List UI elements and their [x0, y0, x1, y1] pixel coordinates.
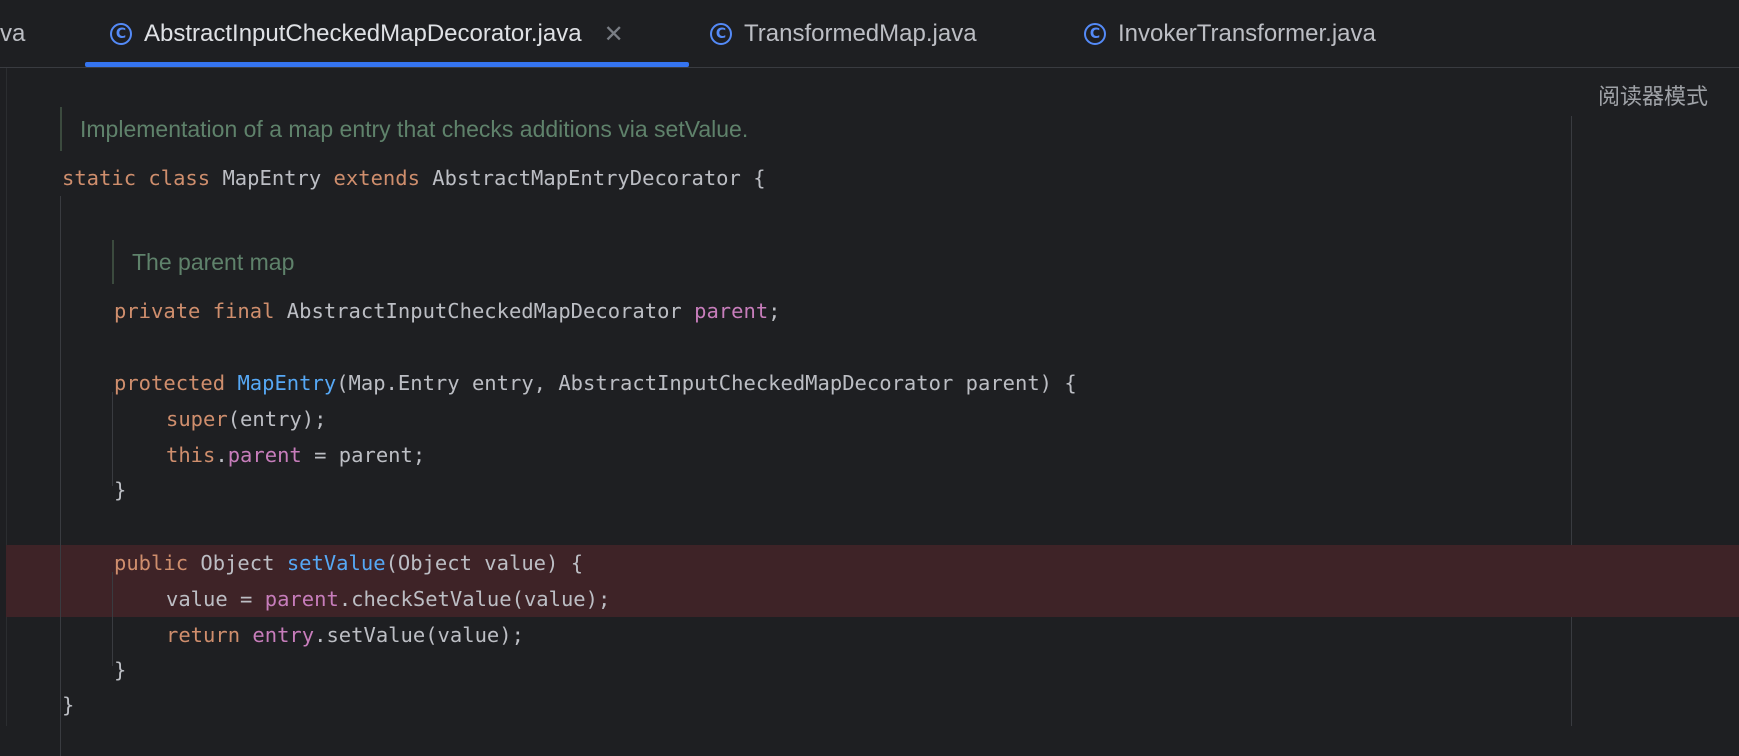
editor-tab-bar: va C AbstractInputCheckedMapDecorator.ja…	[0, 0, 1739, 68]
active-tab-indicator	[85, 62, 689, 67]
code-token: .setValue(value);	[314, 623, 524, 647]
right-margin-guide	[1571, 116, 1572, 726]
code-token: static	[62, 166, 137, 190]
code-token: (entry);	[227, 407, 327, 431]
code-token: entry	[252, 623, 315, 647]
code-line: super(entry);	[166, 401, 326, 437]
code-token: }	[114, 658, 127, 682]
code-token: parent	[227, 443, 302, 467]
indent-guide	[112, 392, 113, 486]
class-icon: C	[710, 22, 732, 45]
code-line: this.parent = parent;	[166, 437, 425, 473]
tab-label: InvokerTransformer.java	[1118, 19, 1376, 47]
tab-abstract-input-checked-map-decorator[interactable]: C AbstractInputCheckedMapDecorator.java …	[110, 0, 624, 67]
code-token: }	[62, 693, 75, 717]
close-icon[interactable]: ✕	[604, 20, 624, 48]
code-token: final	[212, 299, 275, 323]
code-token: .	[215, 443, 228, 467]
code-line-setvalue-declaration: public Object setValue(Object value) {	[114, 545, 583, 581]
code-line-class-declaration: static class MapEntry extends AbstractMa…	[62, 160, 766, 196]
code-token: private	[114, 299, 201, 323]
code-token: this	[166, 443, 216, 467]
code-token: public	[114, 551, 189, 575]
gutter-border	[6, 68, 7, 726]
code-line: }	[62, 687, 74, 723]
code-token: .checkSetValue(value);	[338, 587, 611, 611]
code-token: }	[114, 478, 127, 502]
code-editor[interactable]: 阅读器模式 Implementation of a map entry that…	[0, 68, 1739, 756]
class-icon: C	[1084, 22, 1106, 45]
code-token: protected	[114, 371, 226, 395]
code-line-constructor: protected MapEntry(Map.Entry entry, Abst…	[114, 365, 1077, 401]
code-token: super	[166, 407, 228, 431]
code-token: Object	[188, 551, 287, 575]
indent-guide	[112, 572, 113, 666]
code-token: value =	[166, 587, 265, 611]
code-line: }	[114, 652, 126, 688]
code-line: }	[114, 472, 126, 508]
code-line-field: private final AbstractInputCheckedMapDec…	[114, 293, 781, 329]
tab-label: va	[0, 19, 26, 47]
reader-mode-toggle[interactable]: 阅读器模式	[1598, 79, 1708, 111]
code-line: value = parent.checkSetValue(value);	[166, 581, 610, 617]
doc-comment: Implementation of a map entry that check…	[60, 107, 748, 151]
code-token: ;	[768, 299, 781, 323]
tab-invoker-transformer[interactable]: C InvokerTransformer.java	[1084, 0, 1376, 67]
code-token: setValue	[286, 551, 386, 575]
tab-transformed-map[interactable]: C TransformedMap.java	[710, 0, 977, 67]
tab-label: AbstractInputCheckedMapDecorator.java	[144, 19, 582, 47]
code-token: AbstractInputCheckedMapDecorator	[274, 299, 695, 323]
code-line: return entry.setValue(value);	[166, 617, 524, 653]
code-token: (Map.Entry entry, AbstractInputCheckedMa…	[336, 371, 1077, 395]
code-token: return	[166, 623, 241, 647]
tab-label: TransformedMap.java	[744, 19, 977, 47]
code-token: = parent;	[301, 443, 426, 467]
code-token: class	[148, 166, 211, 190]
code-token: extends	[333, 166, 420, 190]
code-token: parent	[694, 299, 769, 323]
tab-partial[interactable]: va	[0, 0, 25, 67]
code-token: MapEntry	[210, 166, 334, 190]
code-token: MapEntry	[237, 371, 337, 395]
code-token: AbstractMapEntryDecorator {	[419, 166, 766, 190]
doc-comment: The parent map	[112, 240, 294, 284]
code-token: parent	[264, 587, 339, 611]
indent-guide	[60, 196, 61, 756]
code-token: (Object value) {	[385, 551, 584, 575]
class-icon: C	[110, 22, 132, 45]
